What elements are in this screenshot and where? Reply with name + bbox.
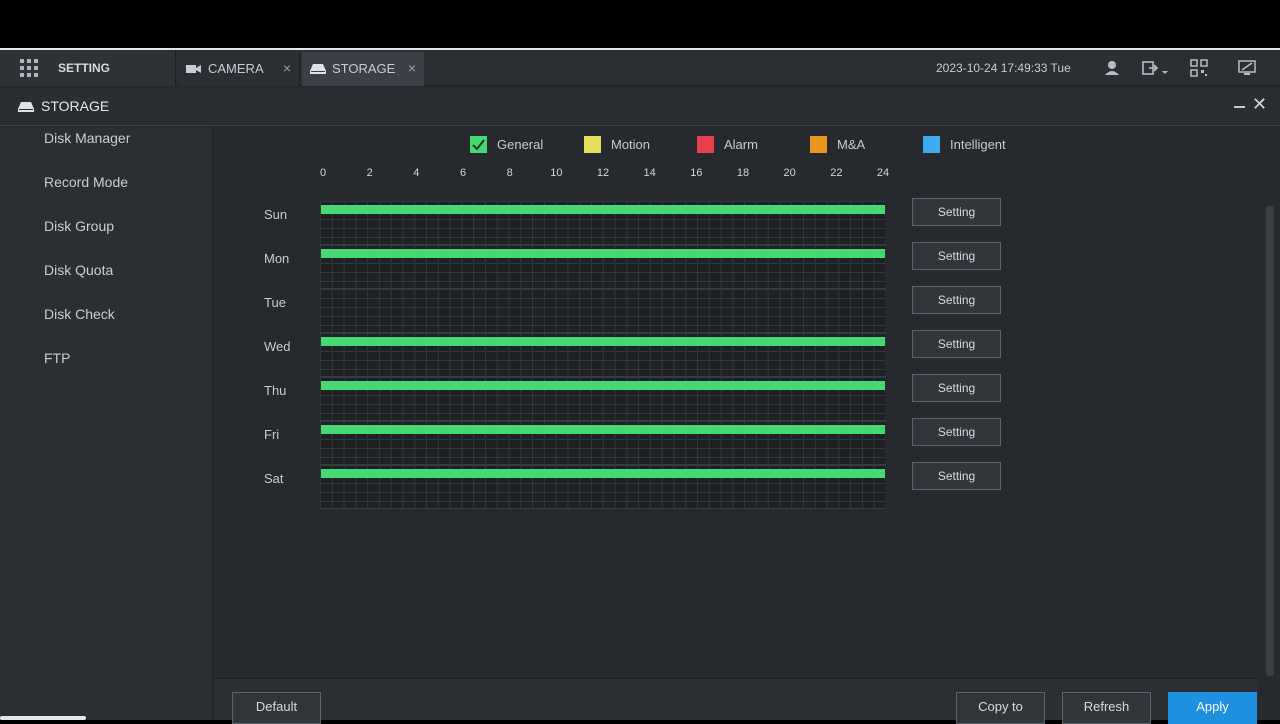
tab-storage-close-icon[interactable]: × [408,60,416,76]
system-datetime: 2023-10-24 17:49:33 Tue [936,61,1071,75]
hour-tick-label: 20 [783,167,796,179]
refresh-button[interactable]: Refresh [1062,692,1151,724]
sidebar-item-disk-manager[interactable]: Disk Manager [44,130,130,146]
day-setting-button[interactable]: Setting [912,374,1001,402]
day-schedule-row[interactable] [320,333,886,377]
minimize-icon[interactable] [1234,106,1245,108]
legend-label: Intelligent [950,136,1006,152]
legend-item[interactable]: M&A [810,135,865,153]
day-label: Wed [264,339,291,354]
monitor-icon[interactable] [1238,59,1256,77]
legend-label: M&A [837,136,866,152]
legend-swatch [697,135,714,153]
legend-label: General [497,136,544,152]
legend-swatch [470,135,487,153]
day-label: Tue [264,295,286,310]
apply-button[interactable]: Apply [1168,692,1257,724]
default-button[interactable]: Default [232,692,321,724]
day-setting-button[interactable]: Setting [912,286,1001,314]
storage-icon [18,102,34,112]
day-schedule-row[interactable] [320,465,886,509]
day-label: Fri [264,427,280,442]
day-setting-button[interactable]: Setting [912,418,1001,446]
sidebar-item-record-mode[interactable]: Record Mode [44,174,128,190]
day-label: Sun [264,207,288,222]
sidebar-item-disk-group[interactable]: Disk Group [44,218,114,234]
legend-label: Motion [611,136,651,152]
legend-item[interactable]: Intelligent [923,135,1006,153]
general-record-bar[interactable] [321,425,885,434]
storage-window: SETTING CAMERA × STORAGE × 2023-10-24 17… [0,48,1280,724]
window-header: STORAGE ✕ [0,88,1280,126]
general-record-bar[interactable] [321,469,885,478]
hour-tick-label: 0 [319,167,327,179]
legend-label: Alarm [724,136,758,152]
hour-tick-label: 12 [596,167,610,179]
tab-storage[interactable]: STORAGE × [302,52,424,86]
hour-tick-label: 8 [506,167,513,179]
qr-code-icon[interactable] [1190,59,1208,77]
grid-menu-icon [20,59,38,77]
day-schedule-row[interactable] [320,421,886,465]
scrollbar[interactable] [1266,206,1274,676]
checkmark-icon [472,138,485,151]
hour-tick-label: 24 [876,167,890,179]
sidebar-item-disk-check[interactable]: Disk Check [44,306,115,322]
page-title: STORAGE [41,98,110,114]
day-schedule-row[interactable] [320,245,886,289]
hour-tick-label: 2 [366,167,373,179]
user-icon[interactable] [1103,59,1121,77]
day-setting-button[interactable]: Setting [912,462,1001,490]
setting-menu-button[interactable]: SETTING [0,50,176,86]
hour-tick-label: 4 [413,167,420,179]
taskbar-indicator [0,716,86,720]
legend-item[interactable]: Motion [584,135,650,153]
legend-item[interactable]: Alarm [697,135,758,153]
day-schedule-row[interactable] [320,377,886,421]
day-label: Sat [264,471,284,486]
day-label: Thu [264,383,287,398]
hour-tick-label: 22 [830,167,843,179]
tab-camera-close-icon[interactable]: × [283,60,291,76]
hour-tick-label: 18 [736,167,750,179]
general-record-bar[interactable] [321,381,885,390]
sidebar: Disk Manager Record Mode Disk Group Disk… [0,127,213,720]
camera-icon [186,65,201,73]
sidebar-item-disk-quota[interactable]: Disk Quota [44,262,113,278]
legend-swatch [923,135,940,153]
day-setting-button[interactable]: Setting [912,198,1001,226]
top-bar: SETTING CAMERA × STORAGE × 2023-10-24 17… [0,48,1280,86]
day-setting-button[interactable]: Setting [912,242,1001,270]
hour-tick-label: 10 [550,167,563,179]
general-record-bar[interactable] [321,205,885,214]
legend-swatch [810,135,827,153]
hour-tick-label: 6 [459,167,467,179]
hour-tick-label: 16 [690,167,703,179]
schedule-panel: General Motion Alarm M&A Intelligent 0 2 4 6 8 10… [214,127,1258,678]
logout-icon[interactable] [1141,59,1171,77]
tab-storage-label: STORAGE [332,61,396,76]
general-record-bar[interactable] [321,337,885,346]
tab-camera-label: CAMERA [208,61,264,76]
tab-camera[interactable]: CAMERA × [178,52,300,86]
day-schedule-row[interactable] [320,201,886,245]
day-setting-button[interactable]: Setting [912,330,1001,358]
legend-item[interactable]: General [470,135,543,153]
setting-label: SETTING [58,61,111,75]
footer-bar: Default Copy to Refresh Apply [214,678,1258,724]
storage-icon [310,64,326,74]
hour-tick-label: 14 [643,167,656,179]
copy-to-button[interactable]: Copy to [956,692,1045,724]
day-schedule-row[interactable] [320,289,886,333]
sidebar-item-ftp[interactable]: FTP [44,350,70,366]
close-icon[interactable]: ✕ [1252,94,1267,115]
general-record-bar[interactable] [321,249,885,258]
day-label: Mon [264,251,290,266]
legend-swatch [584,135,601,153]
